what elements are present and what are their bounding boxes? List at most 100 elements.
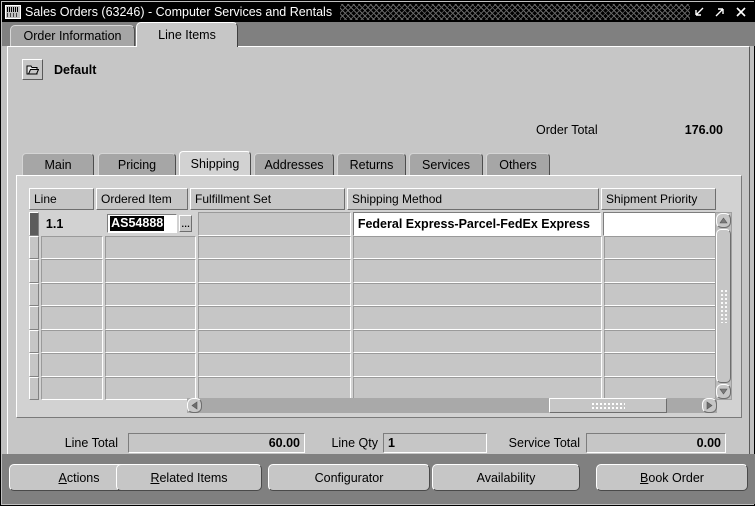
cell-line[interactable]	[40, 353, 104, 377]
cell-shipping-method[interactable]: Federal Express-Parcel-FedEx Express	[352, 212, 602, 236]
cell-shipment-priority[interactable]	[603, 259, 717, 283]
subtab-pricing[interactable]: Pricing	[98, 153, 176, 175]
row-selector[interactable]	[29, 282, 39, 306]
cell-ordered-item[interactable]	[105, 259, 196, 283]
column-header-shipping-method[interactable]: Shipping Method	[347, 188, 599, 210]
grid-body: 1.1 AS54888 … Federal Express-Parcel-Fed…	[29, 212, 719, 400]
scroll-right-icon[interactable]	[702, 398, 717, 413]
cell-shipment-priority[interactable]	[603, 282, 717, 306]
table-row[interactable]	[29, 306, 719, 330]
cell-line[interactable]	[40, 259, 104, 283]
table-row[interactable]	[29, 259, 719, 283]
maximize-icon[interactable]	[713, 5, 727, 19]
scroll-up-icon[interactable]	[716, 213, 731, 228]
cell-fulfillment-set[interactable]	[197, 235, 351, 259]
related-items-button[interactable]: Related Items	[116, 464, 262, 491]
column-header-line[interactable]: Line	[29, 188, 94, 210]
subtab-shipping[interactable]: Shipping	[179, 151, 251, 175]
cell-ordered-item[interactable]	[105, 329, 196, 353]
cell-line[interactable]	[40, 329, 104, 353]
cell-fulfillment-set[interactable]	[197, 329, 351, 353]
cell-fulfillment-set[interactable]	[197, 212, 351, 236]
subtab-others[interactable]: Others	[486, 153, 550, 175]
subtab-main[interactable]: Main	[22, 153, 94, 175]
configurator-button[interactable]: Configurator	[268, 464, 430, 491]
scroll-grip-icon	[720, 289, 727, 323]
grid-header-row: Line Ordered Item Fulfillment Set Shippi…	[29, 188, 718, 210]
cell-shipment-priority[interactable]	[603, 235, 717, 259]
cell-shipping-method[interactable]	[352, 282, 602, 306]
cell-shipping-method[interactable]	[352, 376, 602, 400]
cell-ordered-item[interactable]	[105, 235, 196, 259]
grid-horizontal-scrollbar[interactable]	[187, 398, 717, 413]
scroll-left-icon[interactable]	[187, 398, 202, 413]
availability-button[interactable]: Availability	[432, 464, 580, 491]
cell-line[interactable]	[40, 376, 104, 400]
grid-vertical-scrollbar[interactable]	[715, 212, 732, 400]
row-selector[interactable]	[29, 235, 39, 259]
scroll-grip-icon	[591, 402, 625, 409]
tab-order-information[interactable]: Order Information	[10, 25, 135, 46]
table-row[interactable]	[29, 353, 719, 377]
subtab-returns[interactable]: Returns	[337, 153, 406, 175]
subtab-services[interactable]: Services	[409, 153, 483, 175]
cell-fulfillment-set[interactable]	[197, 353, 351, 377]
cell-ordered-item[interactable]	[105, 306, 196, 330]
table-row[interactable]: 1.1 AS54888 … Federal Express-Parcel-Fed…	[29, 212, 719, 236]
cell-shipping-method[interactable]	[352, 329, 602, 353]
folder-label: Default	[54, 62, 97, 77]
cell-ordered-item[interactable]	[105, 353, 196, 377]
subtab-addresses-label: Addresses	[264, 157, 324, 172]
column-header-ordered-item[interactable]: Ordered Item	[96, 188, 188, 210]
cell-ordered-item[interactable]: AS54888 …	[105, 212, 196, 236]
row-selector[interactable]	[29, 376, 39, 400]
line-total-field: 60.00	[128, 433, 305, 453]
cell-line[interactable]	[40, 282, 104, 306]
table-row[interactable]	[29, 329, 719, 353]
cell-ordered-item[interactable]	[105, 376, 196, 400]
cell-shipping-method[interactable]	[352, 235, 602, 259]
cell-shipping-method[interactable]	[352, 259, 602, 283]
cell-line[interactable]: 1.1	[41, 212, 103, 236]
ordered-item-input[interactable]: AS54888	[107, 214, 178, 234]
row-selector[interactable]	[29, 329, 39, 353]
tab-line-items[interactable]: Line Items	[136, 22, 238, 47]
line-qty-field[interactable]: 1	[383, 433, 487, 453]
cell-fulfillment-set[interactable]	[197, 376, 351, 400]
row-selector[interactable]	[29, 259, 39, 283]
subtab-addresses[interactable]: Addresses	[254, 153, 334, 175]
row-selector[interactable]	[29, 306, 39, 330]
cell-shipping-method[interactable]	[352, 353, 602, 377]
cell-fulfillment-set[interactable]	[197, 282, 351, 306]
cell-shipping-method[interactable]	[352, 306, 602, 330]
row-selector[interactable]	[29, 212, 39, 236]
cell-shipment-priority[interactable]	[603, 212, 717, 236]
cell-shipment-priority[interactable]	[603, 376, 717, 400]
minimize-icon[interactable]	[692, 5, 706, 19]
table-row[interactable]	[29, 235, 719, 259]
book-order-button[interactable]: Book Order	[596, 464, 748, 491]
scroll-down-icon[interactable]	[716, 384, 731, 399]
cell-fulfillment-set[interactable]	[197, 259, 351, 283]
table-row[interactable]	[29, 282, 719, 306]
horizontal-scroll-thumb[interactable]	[549, 398, 667, 413]
configurator-button-label: Configurator	[314, 470, 384, 485]
cell-shipment-priority[interactable]	[603, 353, 717, 377]
window-title: Sales Orders (63246) - Computer Services…	[25, 5, 333, 19]
cell-shipment-priority[interactable]	[603, 306, 717, 330]
column-header-fulfillment-set[interactable]: Fulfillment Set	[190, 188, 345, 210]
cell-line[interactable]	[40, 235, 104, 259]
cell-ordered-item[interactable]	[105, 282, 196, 306]
line-total-label: Line Total	[64, 436, 118, 450]
subtab-services-label: Services	[422, 157, 470, 172]
list-of-values-icon[interactable]: …	[179, 215, 193, 233]
cell-shipment-priority[interactable]	[603, 329, 717, 353]
cell-fulfillment-set[interactable]	[197, 306, 351, 330]
vertical-scroll-thumb[interactable]	[716, 229, 731, 383]
open-folder-icon[interactable]	[22, 59, 43, 80]
table-row[interactable]	[29, 376, 719, 400]
close-icon[interactable]	[734, 5, 748, 19]
row-selector[interactable]	[29, 353, 39, 377]
cell-line[interactable]	[40, 306, 104, 330]
column-header-shipment-priority[interactable]: Shipment Priority	[601, 188, 716, 210]
